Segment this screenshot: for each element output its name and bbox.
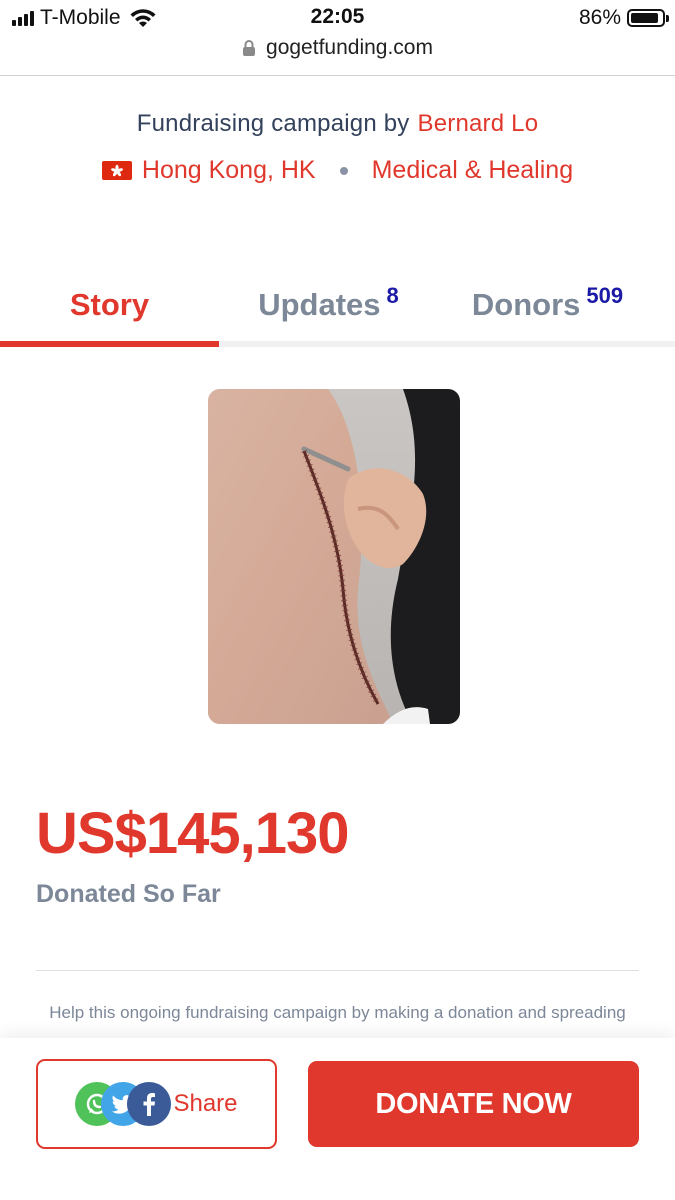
campaign-tabs: Story Updates 8 Donors 509 <box>0 270 675 348</box>
byline-label: Fundraising campaign by <box>136 110 410 137</box>
donate-now-button[interactable]: DONATE NOW <box>308 1061 639 1147</box>
campaign-meta: Hong Kong, HK Medical & Healing <box>0 156 675 185</box>
tab-updates[interactable]: Updates 8 <box>219 270 438 340</box>
tab-active-indicator <box>0 341 219 347</box>
status-bar: T-Mobile 22:05 86% <box>0 0 675 34</box>
battery-icon <box>627 9 669 27</box>
amount-raised: US$145,130 <box>36 801 349 866</box>
campaign-byline: Fundraising campaign by Bernard Lo <box>0 110 675 138</box>
url-text: gogetfunding.com <box>266 36 433 59</box>
facebook-icon <box>127 1082 172 1126</box>
address-bar-divider <box>0 75 675 76</box>
address-bar[interactable]: gogetfunding.com <box>0 34 675 74</box>
hong-kong-flag-icon <box>101 161 132 180</box>
clock: 22:05 <box>310 5 365 28</box>
tab-donors-label: Donors <box>471 287 581 322</box>
author-link[interactable]: Bernard Lo <box>418 110 539 137</box>
lock-icon <box>243 40 256 56</box>
help-text: Help this ongoing fundraising campaign b… <box>49 1003 626 1022</box>
share-label: Share <box>173 1090 238 1117</box>
tab-updates-label: Updates <box>258 287 381 322</box>
updates-count-badge: 8 <box>386 283 399 308</box>
amount-raised-label: Donated So Far <box>36 880 221 908</box>
share-icons <box>75 1082 172 1126</box>
share-button[interactable]: Share <box>36 1059 277 1149</box>
location-link[interactable]: Hong Kong, HK <box>142 156 316 185</box>
status-right: 86% <box>578 6 669 30</box>
battery-percent: 86% <box>578 6 621 29</box>
section-divider <box>36 970 639 971</box>
category-link[interactable]: Medical & Healing <box>372 156 574 185</box>
donors-count-badge: 509 <box>586 283 624 308</box>
tab-donors[interactable]: Donors 509 <box>438 270 657 340</box>
tab-story[interactable]: Story <box>0 270 219 340</box>
tab-story-label: Story <box>69 287 150 322</box>
separator-dot <box>339 166 348 175</box>
campaign-photo[interactable] <box>208 389 460 724</box>
